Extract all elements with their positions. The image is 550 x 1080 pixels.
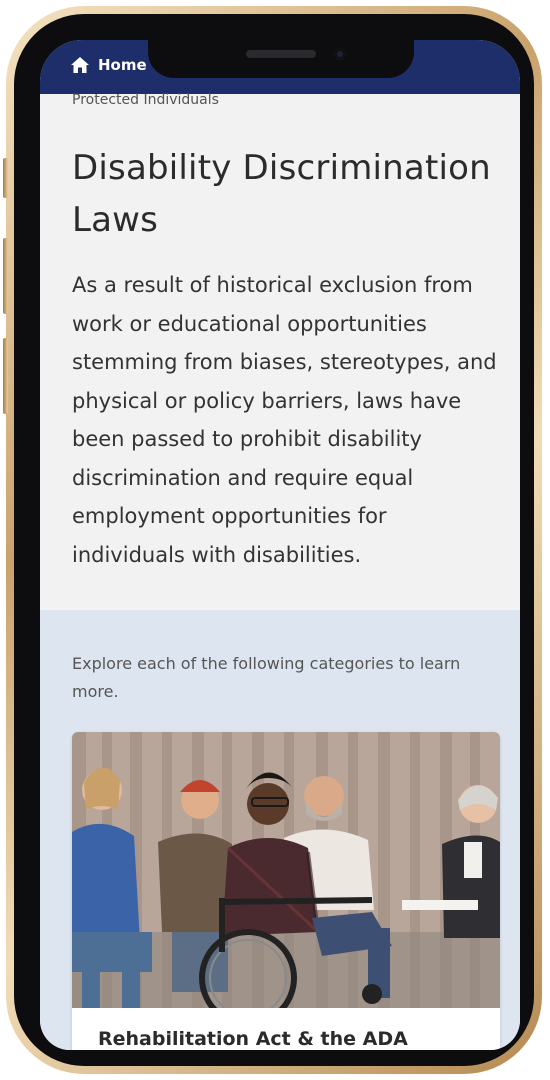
home-link[interactable]: Home: [70, 56, 147, 74]
card-title: Rehabilitation Act & the ADA: [98, 1028, 408, 1050]
volume-up-button: [3, 238, 8, 314]
intro-paragraph: As a result of historical exclusion from…: [72, 273, 497, 567]
page-title: Disability Discrimination Laws: [72, 148, 491, 240]
explore-instruction: Explore each of the following categories…: [72, 654, 461, 701]
intro-section: Protected Individuals Disability Discrim…: [40, 92, 520, 610]
home-icon: [71, 57, 89, 73]
speaker-grille: [246, 50, 316, 58]
breadcrumb[interactable]: Protected Individuals: [72, 92, 219, 108]
front-camera: [334, 48, 346, 60]
page-content: Protected Individuals Disability Discrim…: [40, 92, 520, 1050]
phone-notch: [148, 40, 414, 78]
explore-section: Explore each of the following categories…: [40, 610, 520, 1050]
phone-screen: Home Protected Individuals Disability Di…: [40, 40, 520, 1050]
card-image: [72, 732, 500, 1008]
category-card[interactable]: Rehabilitation Act & the ADA: [72, 732, 500, 1050]
volume-down-button: [3, 338, 8, 414]
home-label: Home: [98, 56, 147, 74]
mute-switch: [3, 158, 8, 198]
